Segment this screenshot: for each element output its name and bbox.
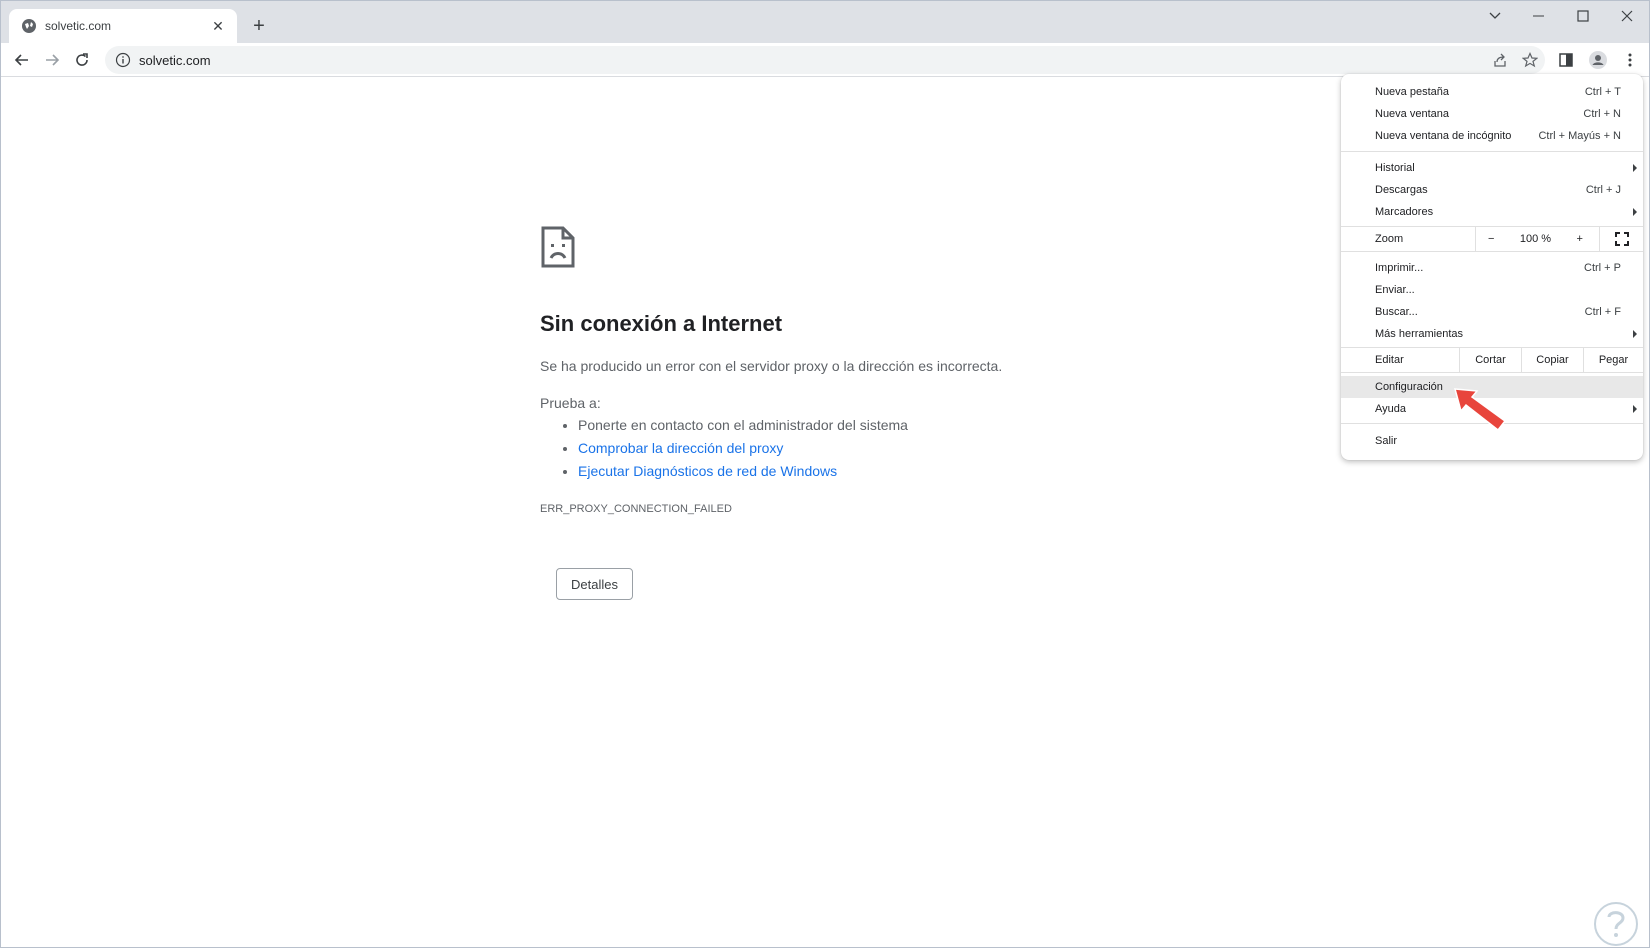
- submenu-arrow-icon: [1633, 208, 1637, 216]
- try-label: Prueba a:: [540, 395, 601, 411]
- menu-item-label: Buscar...: [1375, 306, 1418, 318]
- menu-item-downloads[interactable]: Descargas Ctrl + J: [1341, 179, 1643, 201]
- menu-item-label: Nueva pestaña: [1375, 86, 1449, 98]
- network-diagnostics-link[interactable]: Ejecutar Diagnósticos de red de Windows: [578, 463, 837, 479]
- error-title: Sin conexión a Internet: [540, 311, 783, 336]
- menu-item-history[interactable]: Historial: [1341, 157, 1643, 179]
- error-code: ERR_PROXY_CONNECTION_FAILED: [540, 503, 732, 515]
- url-text: solvetic.com: [139, 52, 211, 68]
- zoom-value: 100 %: [1519, 233, 1552, 245]
- suggestion-list: Ponerte en contacto con el administrador…: [578, 414, 908, 483]
- cut-button[interactable]: Cortar: [1459, 348, 1521, 372]
- zoom-out-button[interactable]: −: [1488, 233, 1494, 245]
- info-icon[interactable]: [115, 52, 131, 68]
- menu-shortcut: Ctrl + J: [1585, 184, 1621, 196]
- zoom-label: Zoom: [1375, 233, 1404, 245]
- toolbar: solvetic.com: [1, 43, 1649, 77]
- more-menu-icon[interactable]: [1617, 47, 1643, 73]
- menu-item-find[interactable]: Buscar... Ctrl + F: [1341, 301, 1643, 323]
- menu-separator: [1341, 372, 1643, 373]
- suggestion-item: Comprobar la dirección del proxy: [578, 437, 908, 460]
- side-panel-icon[interactable]: [1553, 47, 1579, 73]
- menu-item-bookmarks[interactable]: Marcadores: [1341, 201, 1643, 223]
- menu-item-label: Nueva ventana: [1375, 108, 1449, 120]
- suggestion-text: Ponerte en contacto con el administrador…: [578, 417, 908, 433]
- menu-shortcut: Ctrl + P: [1584, 262, 1621, 274]
- maximize-icon[interactable]: [1561, 1, 1605, 31]
- globe-icon: [22, 19, 36, 33]
- menu-item-label: Nueva ventana de incógnito: [1375, 130, 1512, 142]
- tab-strip: solvetic.com ✕ +: [1, 1, 1649, 43]
- menu-separator: [1341, 151, 1643, 152]
- submenu-arrow-icon: [1633, 164, 1637, 172]
- zoom-in-button[interactable]: +: [1577, 233, 1583, 245]
- submenu-arrow-icon: [1633, 405, 1637, 413]
- zoom-row: Zoom − 100 % +: [1341, 227, 1643, 251]
- menu-separator: [1341, 251, 1643, 252]
- browser-window: solvetic.com ✕ + solvetic.com Sin conexi…: [0, 0, 1650, 948]
- tab-search-icon[interactable]: [1473, 1, 1517, 31]
- new-tab-button[interactable]: +: [247, 14, 271, 38]
- check-proxy-link[interactable]: Comprobar la dirección del proxy: [578, 440, 783, 456]
- menu-shortcut: Ctrl + T: [1584, 86, 1621, 98]
- back-icon[interactable]: [9, 47, 35, 73]
- edit-row: Editar Cortar Copiar Pegar: [1341, 348, 1643, 372]
- copy-button[interactable]: Copiar: [1521, 348, 1583, 372]
- tab-title: solvetic.com: [45, 19, 112, 33]
- forward-icon[interactable]: [39, 47, 65, 73]
- fullscreen-icon[interactable]: [1599, 227, 1643, 251]
- details-button[interactable]: Detalles: [556, 568, 633, 600]
- menu-item-label: Configuración: [1375, 381, 1443, 393]
- window-close-icon[interactable]: [1605, 1, 1649, 31]
- tab-solvetic[interactable]: solvetic.com ✕: [9, 9, 237, 43]
- menu-item-label: Más herramientas: [1375, 328, 1464, 340]
- error-description: Se ha producido un error con el servidor…: [540, 358, 1003, 374]
- share-icon[interactable]: [1487, 47, 1513, 73]
- menu-item-label: Imprimir...: [1375, 262, 1424, 274]
- solvetic-watermark-icon: [1594, 902, 1638, 946]
- red-pointer-arrow-icon: [1453, 388, 1507, 432]
- sad-document-icon: [541, 226, 575, 268]
- menu-item-new-tab[interactable]: Nueva pestaña Ctrl + T: [1341, 81, 1643, 103]
- menu-item-label: Ayuda: [1375, 403, 1406, 415]
- menu-item-incognito[interactable]: Nueva ventana de incógnito Ctrl + Mayús …: [1341, 125, 1643, 147]
- suggestion-item: Ejecutar Diagnósticos de red de Windows: [578, 460, 908, 483]
- zoom-controls: − 100 % +: [1475, 227, 1595, 251]
- menu-item-exit[interactable]: Salir: [1341, 430, 1643, 452]
- profile-avatar-icon[interactable]: [1585, 47, 1611, 73]
- reload-icon[interactable]: [69, 47, 95, 73]
- tab-close-icon[interactable]: ✕: [209, 17, 227, 35]
- menu-item-label: Descargas: [1375, 184, 1428, 196]
- menu-shortcut: Ctrl + F: [1584, 306, 1621, 318]
- menu-item-print[interactable]: Imprimir... Ctrl + P: [1341, 257, 1643, 279]
- menu-shortcut: Ctrl + Mayús + N: [1538, 130, 1621, 142]
- bookmark-star-icon[interactable]: [1517, 47, 1543, 73]
- menu-shortcut: Ctrl + N: [1583, 108, 1621, 120]
- menu-item-label: Enviar...: [1375, 284, 1415, 296]
- submenu-arrow-icon: [1633, 330, 1637, 338]
- menu-item-new-window[interactable]: Nueva ventana Ctrl + N: [1341, 103, 1643, 125]
- minimize-icon[interactable]: [1517, 1, 1561, 31]
- paste-button[interactable]: Pegar: [1583, 348, 1643, 372]
- menu-item-cast[interactable]: Enviar...: [1341, 279, 1643, 301]
- menu-item-label: Marcadores: [1375, 206, 1434, 218]
- edit-label: Editar: [1375, 354, 1404, 366]
- menu-item-label: Salir: [1375, 435, 1398, 447]
- menu-item-label: Historial: [1375, 162, 1415, 174]
- suggestion-item: Ponerte en contacto con el administrador…: [578, 414, 908, 437]
- menu-item-more-tools[interactable]: Más herramientas: [1341, 323, 1643, 345]
- address-bar[interactable]: solvetic.com: [105, 46, 1545, 74]
